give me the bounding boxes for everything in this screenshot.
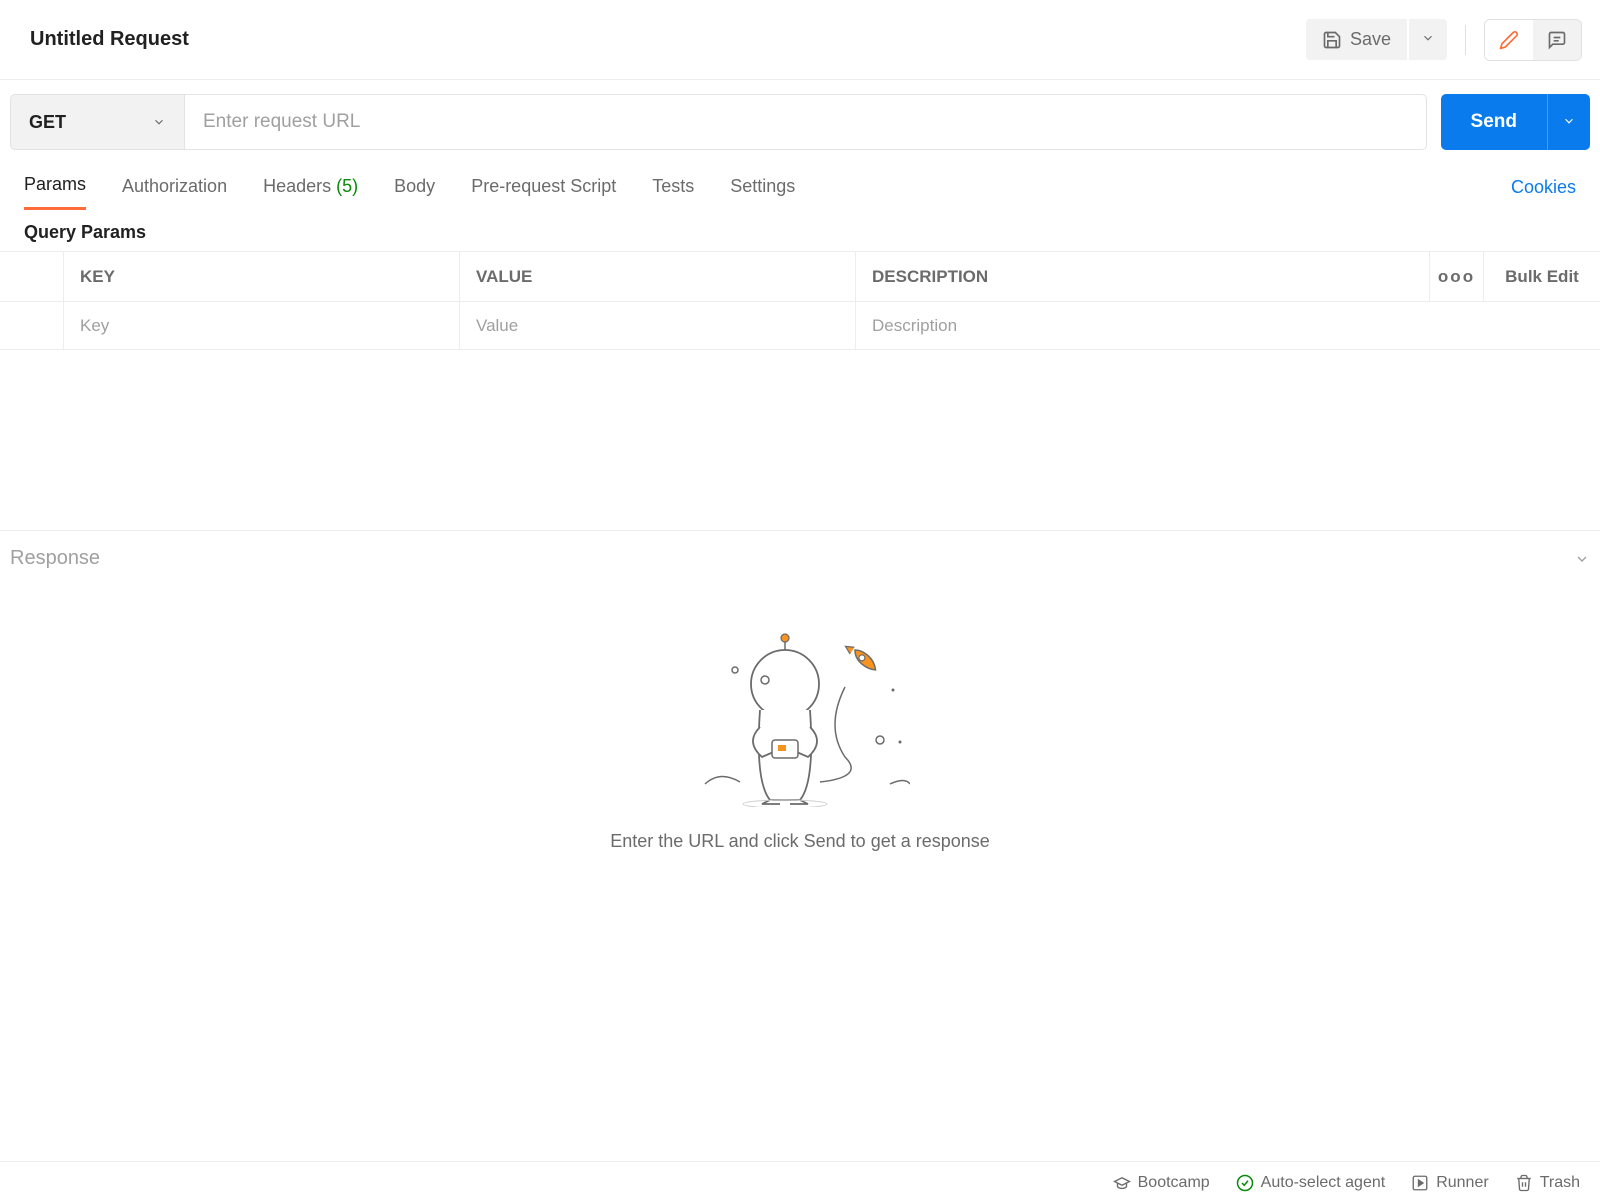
param-key-input[interactable] bbox=[80, 316, 443, 336]
save-button[interactable]: Save bbox=[1306, 19, 1407, 60]
column-key-header[interactable]: KEY bbox=[64, 252, 460, 301]
column-description-header[interactable]: DESCRIPTION bbox=[856, 252, 1430, 301]
request-tabs: Params Authorization Headers (5) Body Pr… bbox=[0, 164, 1600, 210]
save-group: Save bbox=[1306, 19, 1447, 60]
method-select[interactable]: GET bbox=[10, 94, 185, 150]
tab-tests[interactable]: Tests bbox=[652, 166, 694, 209]
save-icon bbox=[1322, 30, 1342, 50]
response-empty-text: Enter the URL and click Send to get a re… bbox=[0, 831, 1600, 852]
tab-pre-request[interactable]: Pre-request Script bbox=[471, 166, 616, 209]
method-label: GET bbox=[29, 112, 66, 133]
tab-headers-label: Headers bbox=[263, 176, 331, 196]
graduation-cap-icon bbox=[1113, 1174, 1131, 1192]
edit-mode-button[interactable] bbox=[1485, 20, 1533, 60]
request-header: Untitled Request Save bbox=[0, 0, 1600, 80]
comment-mode-button[interactable] bbox=[1533, 20, 1581, 60]
bulk-edit-button[interactable]: Bulk Edit bbox=[1484, 252, 1600, 301]
save-dropdown-button[interactable] bbox=[1409, 19, 1447, 60]
check-circle-icon bbox=[1236, 1174, 1254, 1192]
url-input[interactable] bbox=[185, 94, 1427, 150]
agent-label: Auto-select agent bbox=[1261, 1174, 1386, 1192]
cookies-link[interactable]: Cookies bbox=[1511, 177, 1576, 198]
tab-headers[interactable]: Headers (5) bbox=[263, 166, 358, 209]
more-options-button[interactable]: ooo bbox=[1430, 252, 1484, 301]
request-bar: GET Send bbox=[0, 80, 1600, 164]
column-value-header[interactable]: VALUE bbox=[460, 252, 856, 301]
chevron-down-icon bbox=[1421, 31, 1435, 45]
view-mode-group bbox=[1484, 19, 1582, 61]
send-dropdown-button[interactable] bbox=[1547, 94, 1590, 150]
send-button[interactable]: Send bbox=[1441, 94, 1547, 150]
tab-settings[interactable]: Settings bbox=[730, 166, 795, 209]
agent-select-button[interactable]: Auto-select agent bbox=[1236, 1174, 1386, 1192]
checkbox-column bbox=[0, 252, 64, 301]
tab-params[interactable]: Params bbox=[24, 164, 86, 210]
param-value-input[interactable] bbox=[476, 316, 839, 336]
table-row bbox=[0, 302, 1600, 350]
save-label: Save bbox=[1350, 29, 1391, 50]
trash-button[interactable]: Trash bbox=[1515, 1174, 1580, 1192]
divider bbox=[1465, 25, 1466, 55]
chevron-down-icon bbox=[1562, 114, 1576, 128]
chevron-down-icon bbox=[152, 115, 166, 129]
trash-label: Trash bbox=[1540, 1174, 1580, 1192]
bootcamp-button[interactable]: Bootcamp bbox=[1113, 1174, 1210, 1192]
trash-icon bbox=[1515, 1174, 1533, 1192]
chevron-down-icon[interactable] bbox=[1574, 551, 1590, 567]
comment-icon bbox=[1547, 30, 1567, 50]
response-header: Response bbox=[0, 530, 1600, 570]
astronaut-illustration-icon bbox=[690, 632, 910, 807]
bootcamp-label: Bootcamp bbox=[1138, 1174, 1210, 1192]
pencil-icon bbox=[1499, 30, 1519, 50]
runner-label: Runner bbox=[1436, 1174, 1488, 1192]
tab-body[interactable]: Body bbox=[394, 166, 435, 209]
params-section-title: Query Params bbox=[0, 210, 1600, 251]
request-title[interactable]: Untitled Request bbox=[30, 28, 189, 51]
response-title: Response bbox=[10, 547, 100, 570]
header-actions: Save bbox=[1306, 19, 1582, 61]
response-empty-state: Enter the URL and click Send to get a re… bbox=[0, 570, 1600, 852]
params-table: KEY VALUE DESCRIPTION ooo Bulk Edit bbox=[0, 251, 1600, 350]
send-group: Send bbox=[1441, 94, 1590, 150]
headers-count: (5) bbox=[336, 176, 358, 196]
row-checkbox-cell[interactable] bbox=[0, 302, 64, 349]
play-square-icon bbox=[1411, 1174, 1429, 1192]
runner-button[interactable]: Runner bbox=[1411, 1174, 1488, 1192]
param-description-input[interactable] bbox=[872, 316, 1414, 336]
table-header: KEY VALUE DESCRIPTION ooo Bulk Edit bbox=[0, 252, 1600, 302]
tab-authorization[interactable]: Authorization bbox=[122, 166, 227, 209]
status-bar: Bootcamp Auto-select agent Runner Trash bbox=[0, 1161, 1600, 1203]
